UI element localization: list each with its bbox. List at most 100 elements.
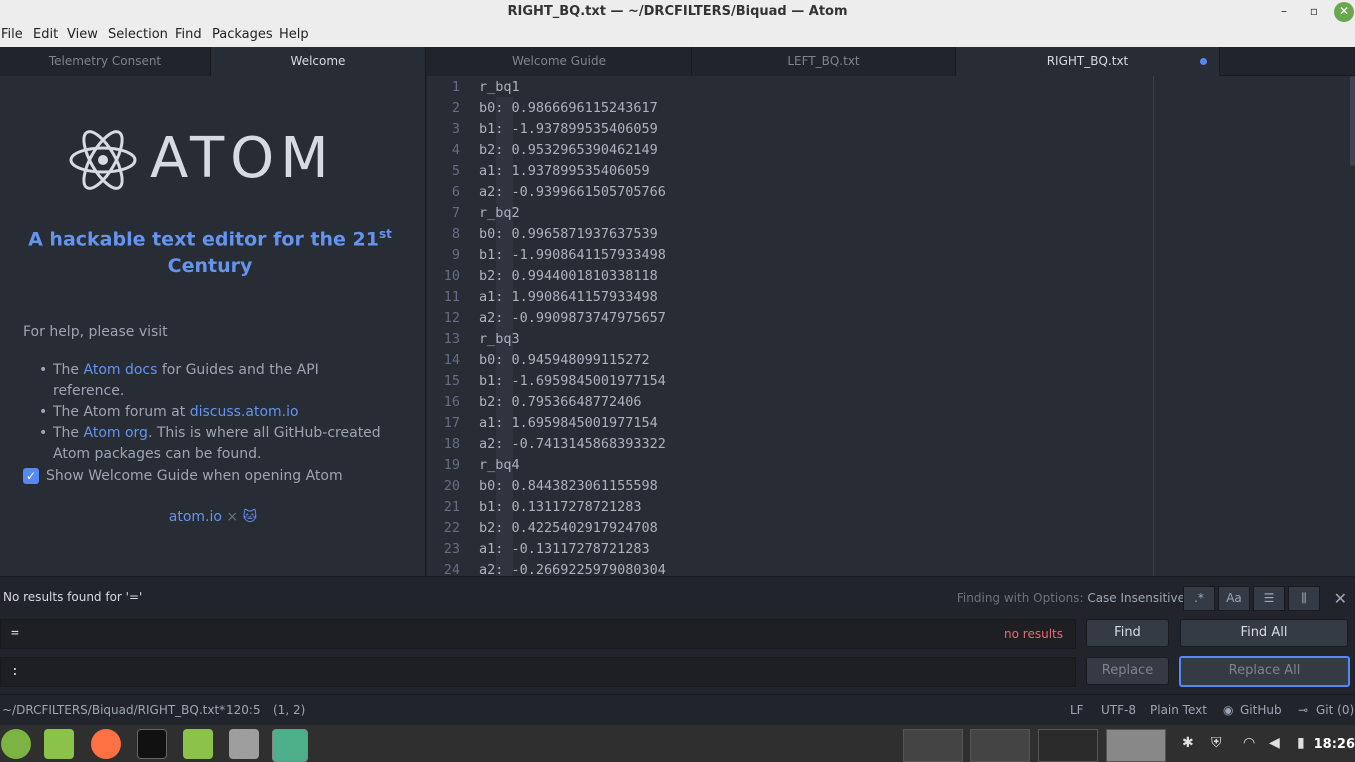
whole-word-toggle-button[interactable]: ⫼ xyxy=(1288,586,1320,611)
editor-line[interactable]: 4 b2: 0.9532965390462149 xyxy=(427,140,1155,161)
editor-line[interactable]: 14 b0: 0.945948099115272 xyxy=(427,350,1155,371)
editor-line[interactable]: 12 a2: -0.9909873747975657 xyxy=(427,308,1155,329)
files-icon[interactable] xyxy=(44,729,74,759)
editor-line[interactable]: 7 r_bq2 xyxy=(427,203,1155,224)
line-number[interactable]: 13 xyxy=(427,329,460,350)
editor-line[interactable]: 2 b0: 0.9866696115243617 xyxy=(427,98,1155,119)
line-number[interactable]: 5 xyxy=(427,161,460,182)
editor-line[interactable]: 5 a1: 1.937899535406059 xyxy=(427,161,1155,182)
close-button[interactable]: ✕ xyxy=(1334,2,1354,22)
menu-edit[interactable]: Edit xyxy=(33,27,58,42)
replace-button[interactable]: Replace xyxy=(1086,657,1169,685)
editor-line[interactable]: 8 b0: 0.9965871937637539 xyxy=(427,224,1155,245)
maximize-button[interactable]: ▫ xyxy=(1304,2,1324,22)
menu-view[interactable]: View xyxy=(67,27,98,42)
terminal-icon[interactable] xyxy=(137,729,167,759)
find-button[interactable]: Find xyxy=(1086,619,1169,647)
regex-toggle-button[interactable]: .* xyxy=(1183,586,1215,611)
menu-file[interactable]: File xyxy=(1,27,23,42)
find-all-button[interactable]: Find All xyxy=(1180,619,1348,647)
line-number[interactable]: 12 xyxy=(427,308,460,329)
menu-selection[interactable]: Selection xyxy=(108,27,168,42)
volume-icon[interactable]: ◀ xyxy=(1269,735,1280,751)
editor-line[interactable]: 21 b1: 0.13117278721283 xyxy=(427,497,1155,518)
cursor-position[interactable]: 120:5 xyxy=(226,703,261,717)
line-number[interactable]: 6 xyxy=(427,182,460,203)
line-number[interactable]: 14 xyxy=(427,350,460,371)
replace-all-button[interactable]: Replace All xyxy=(1179,656,1350,687)
show-welcome-checkbox[interactable]: ✓ xyxy=(23,468,39,484)
atom-org-link[interactable]: Atom org xyxy=(84,425,148,441)
tab-welcome-guide[interactable]: Welcome Guide xyxy=(427,47,692,76)
line-number[interactable]: 9 xyxy=(427,245,460,266)
editor-line[interactable]: 19 r_bq4 xyxy=(427,455,1155,476)
editor-line[interactable]: 10 b2: 0.9944001810338118 xyxy=(427,266,1155,287)
editor-line[interactable]: 16 b2: 0.79536648772406 xyxy=(427,392,1155,413)
line-number[interactable]: 11 xyxy=(427,287,460,308)
line-number[interactable]: 20 xyxy=(427,476,460,497)
tab-right-bq[interactable]: RIGHT_BQ.txt xyxy=(956,47,1220,76)
firefox-icon[interactable] xyxy=(91,729,121,759)
close-find-icon[interactable]: ✕ xyxy=(1334,589,1347,608)
menu-help[interactable]: Help xyxy=(279,27,309,42)
encoding[interactable]: UTF-8 xyxy=(1101,703,1136,717)
editor-line[interactable]: 3 b1: -1.937899535406059 xyxy=(427,119,1155,140)
editor-line[interactable]: 23 a1: -0.13117278721283 xyxy=(427,539,1155,560)
workspace-1[interactable] xyxy=(903,729,963,762)
git-icon[interactable]: ⊸ xyxy=(1298,703,1308,717)
line-number[interactable]: 18 xyxy=(427,434,460,455)
bluetooth-icon[interactable]: ✱ xyxy=(1182,735,1194,751)
in-selection-toggle-button[interactable]: ☰ xyxy=(1253,586,1285,611)
case-sensitive-toggle-button[interactable]: Aa xyxy=(1218,586,1250,611)
workspace-4[interactable] xyxy=(1106,729,1166,762)
line-number[interactable]: 8 xyxy=(427,224,460,245)
tab-telemetry-consent[interactable]: Telemetry Consent xyxy=(0,47,211,76)
editor-line[interactable]: 24 a2: -0.2669225979080304 xyxy=(427,560,1155,576)
editor-line[interactable]: 6 a2: -0.9399661505705766 xyxy=(427,182,1155,203)
discuss-link[interactable]: discuss.atom.io xyxy=(190,404,299,420)
editor-scrollbar[interactable] xyxy=(1350,76,1355,166)
line-number[interactable]: 16 xyxy=(427,392,460,413)
github-icon[interactable]: ◉ xyxy=(1223,703,1233,717)
minimize-button[interactable]: – xyxy=(1274,2,1294,22)
editor-line[interactable]: 11 a1: 1.9908641157933498 xyxy=(427,287,1155,308)
editor-line[interactable]: 9 b1: -1.9908641157933498 xyxy=(427,245,1155,266)
editor-line[interactable]: 20 b0: 0.8443823061155598 xyxy=(427,476,1155,497)
git-label[interactable]: Git (0) xyxy=(1316,703,1354,717)
menu-find[interactable]: Find xyxy=(175,27,202,42)
replace-input[interactable]: : xyxy=(0,657,1076,687)
atom-io-link[interactable]: atom.io xyxy=(169,509,222,525)
file-path[interactable]: ~/DRCFILTERS/Biquad/RIGHT_BQ.txt* xyxy=(2,703,225,717)
battery-icon[interactable]: ▮ xyxy=(1297,735,1305,751)
shield-icon[interactable]: ⛨ xyxy=(1211,735,1222,751)
line-number[interactable]: 2 xyxy=(427,98,460,119)
line-number[interactable]: 23 xyxy=(427,539,460,560)
editor-line[interactable]: 17 a1: 1.6959845001977154 xyxy=(427,413,1155,434)
line-number[interactable]: 15 xyxy=(427,371,460,392)
wifi-icon[interactable]: ◠ xyxy=(1243,735,1255,751)
editor-line[interactable]: 1 r_bq1 xyxy=(427,77,1155,98)
editor-line[interactable]: 22 b2: 0.4225402917924708 xyxy=(427,518,1155,539)
line-number[interactable]: 21 xyxy=(427,497,460,518)
atom-docs-link[interactable]: Atom docs xyxy=(84,362,158,378)
atom-taskbar-icon[interactable] xyxy=(272,729,308,762)
sound-app-icon[interactable] xyxy=(229,729,259,759)
find-input[interactable]: = no results xyxy=(0,619,1076,649)
line-number[interactable]: 24 xyxy=(427,560,460,576)
workspace-3[interactable] xyxy=(1038,729,1098,762)
line-number[interactable]: 3 xyxy=(427,119,460,140)
line-number[interactable]: 10 xyxy=(427,266,460,287)
grammar[interactable]: Plain Text xyxy=(1150,703,1207,717)
editor-line[interactable]: 13 r_bq3 xyxy=(427,329,1155,350)
text-editor[interactable]: 1 r_bq1 2 b0: 0.9866696115243617 3 b1: -1.937… xyxy=(427,76,1355,576)
line-number[interactable]: 1 xyxy=(427,77,460,98)
line-number[interactable]: 19 xyxy=(427,455,460,476)
line-number[interactable]: 4 xyxy=(427,140,460,161)
octocat-icon[interactable]: 🐱 xyxy=(243,509,258,525)
tab-welcome[interactable]: Welcome xyxy=(211,47,426,76)
line-number[interactable]: 7 xyxy=(427,203,460,224)
editor-line[interactable]: 18 a2: -0.7413145868393322 xyxy=(427,434,1155,455)
line-ending[interactable]: LF xyxy=(1070,703,1084,717)
line-number[interactable]: 17 xyxy=(427,413,460,434)
menu-packages[interactable]: Packages xyxy=(212,27,273,42)
